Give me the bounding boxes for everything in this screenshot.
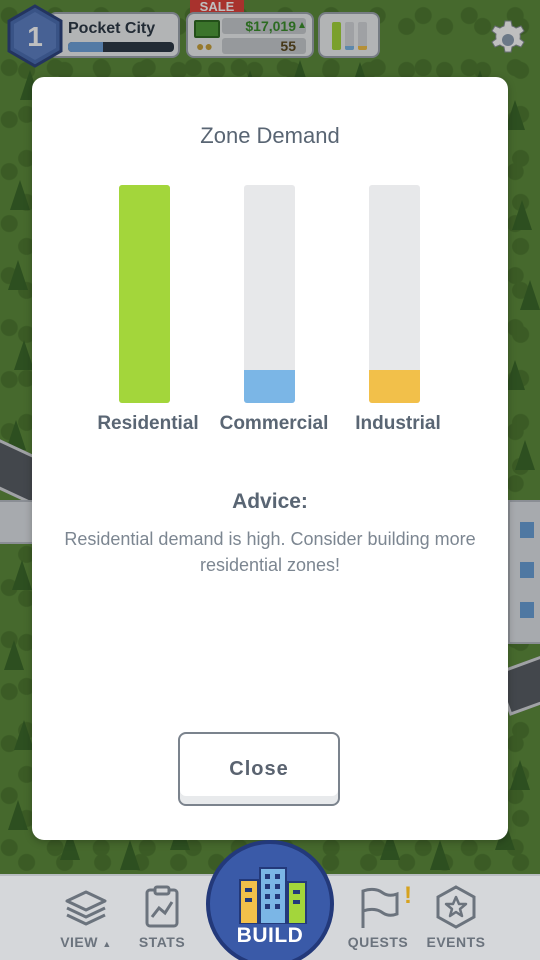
- nav-quests-button[interactable]: ! QUESTS: [338, 876, 418, 960]
- star-badge-icon: [433, 884, 479, 930]
- nav-stats-button[interactable]: STATS: [122, 876, 202, 960]
- exclamation-icon: !: [404, 882, 412, 909]
- buildings-icon: [238, 866, 308, 925]
- zone-demand-dialog: Zone Demand Residential Commercial Indus…: [32, 77, 508, 840]
- industrial-label: Industrial: [355, 413, 441, 434]
- game-screen: Pocket City 1 SALE ●● $17,019 55 Zone De…: [0, 0, 540, 960]
- advice-text: Residential demand is high. Consider bui…: [64, 529, 476, 575]
- industrial-demand-fill: [369, 370, 420, 403]
- residential-demand-bar: [119, 185, 170, 403]
- nav-events-label: EVENTS: [426, 934, 486, 950]
- clipboard-chart-icon: [139, 884, 185, 930]
- nav-quests-label: QUESTS: [347, 934, 409, 950]
- advice-heading: Advice:: [232, 490, 308, 513]
- industrial-demand-bar: [369, 185, 420, 403]
- caret-up-icon: ▲: [102, 939, 112, 949]
- close-button[interactable]: Close: [178, 732, 340, 806]
- dialog-title: Zone Demand: [200, 123, 340, 148]
- flag-icon: [355, 884, 401, 930]
- build-label: BUILD: [236, 924, 304, 947]
- commercial-demand-bar: [244, 185, 295, 403]
- nav-view-label: VIEW ▲: [60, 934, 112, 950]
- layers-icon: [63, 884, 109, 930]
- nav-view-button[interactable]: VIEW ▲: [46, 876, 126, 960]
- nav-events-button[interactable]: EVENTS: [416, 876, 496, 960]
- build-button[interactable]: BUILD: [206, 840, 334, 960]
- commercial-demand-fill: [244, 370, 295, 403]
- nav-stats-label: STATS: [138, 934, 186, 950]
- residential-demand-fill: [119, 185, 170, 403]
